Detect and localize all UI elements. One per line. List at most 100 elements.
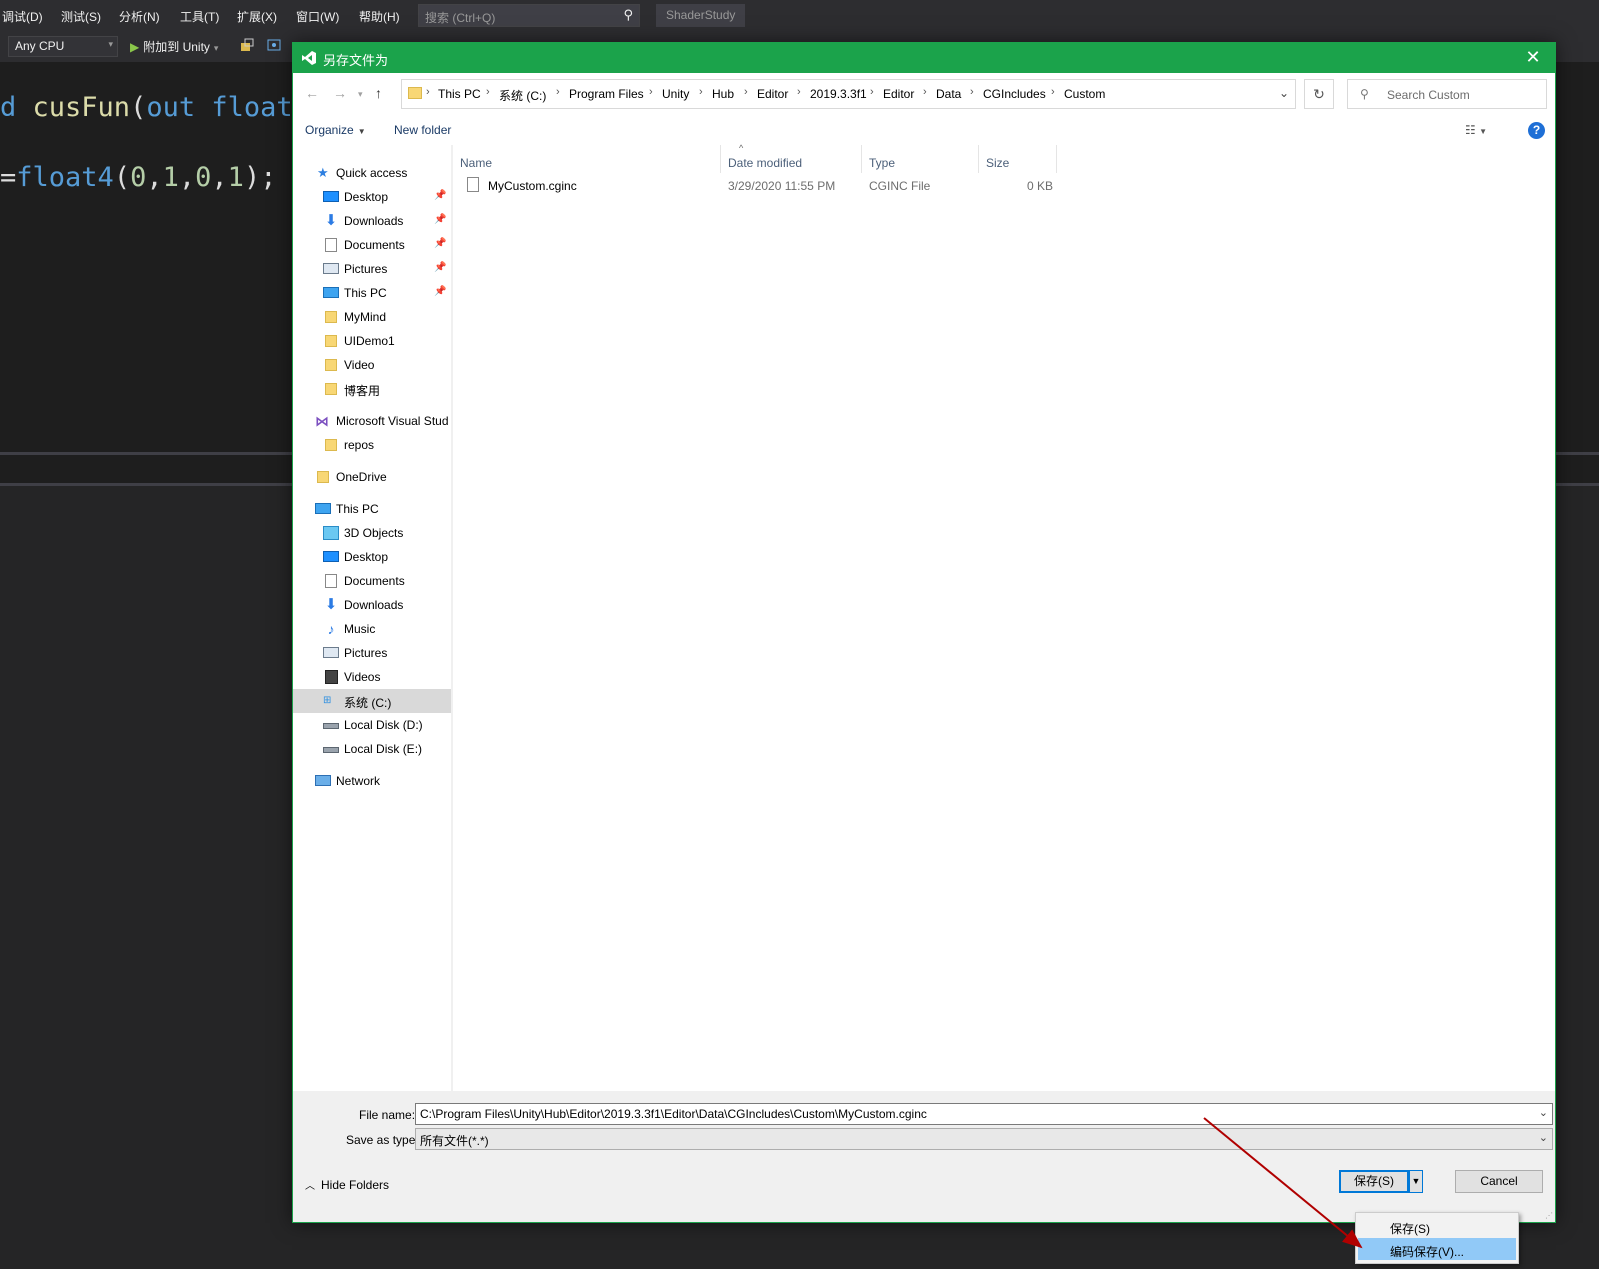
nav-item-music[interactable]: ♪ Music [293, 617, 451, 641]
up-arrow-icon[interactable]: ↑ [375, 85, 382, 101]
nav-item-onedrive[interactable]: OneDrive [293, 465, 451, 489]
menu-item-save-with-encoding[interactable]: 编码保存(V)... [1358, 1238, 1516, 1260]
attach-unity-button[interactable]: ▶ 附加到 Unity ▾ [130, 38, 218, 55]
nav-item-repos[interactable]: repos [293, 433, 451, 457]
nav-item-videos[interactable]: Videos [293, 665, 451, 689]
navigation-pane[interactable]: ★ Quick access Desktop 📌 ⬇ Downloads 📌 Docum… [293, 145, 451, 1091]
platform-dropdown[interactable]: Any CPU ▾ [8, 36, 118, 57]
hide-folders-button[interactable]: ︿ Hide Folders [305, 1177, 389, 1192]
breadcrumb-item[interactable]: 系统 (C:) [499, 87, 546, 104]
resize-grip-icon[interactable]: ⋰ [1545, 1211, 1553, 1220]
breadcrumb-item[interactable]: Program Files [569, 87, 644, 101]
chevron-right-icon[interactable]: › [699, 86, 703, 98]
chevron-right-icon[interactable]: › [870, 86, 874, 98]
music-icon: ♪ [327, 621, 335, 637]
pin-icon[interactable]: 📌 [434, 238, 446, 249]
menu-help[interactable]: 帮助(H) [359, 8, 400, 25]
pin-icon[interactable]: 📌 [434, 286, 446, 297]
documents-icon [325, 574, 337, 588]
menu-window[interactable]: 窗口(W) [296, 8, 339, 25]
pin-icon[interactable]: 📌 [434, 262, 446, 273]
column-header-name[interactable]: Name ^ [453, 143, 743, 173]
search-input[interactable]: ⚲ Search Custom [1347, 79, 1547, 109]
download-icon: ⬇ [324, 596, 338, 613]
nav-label: Documents [344, 238, 405, 252]
breadcrumb-item[interactable]: Editor [757, 87, 788, 101]
menu-debug[interactable]: 调试(D) [2, 8, 43, 25]
chevron-right-icon[interactable]: › [649, 86, 653, 98]
recent-locations-icon[interactable]: ▾ [358, 89, 363, 100]
menu-test[interactable]: 测试(S) [61, 8, 101, 25]
address-bar[interactable]: › This PC › 系统 (C:) › Program Files › Un… [401, 79, 1296, 109]
breadcrumb-item[interactable]: Data [936, 87, 961, 101]
close-button[interactable]: ✕ [1511, 43, 1555, 73]
chevron-right-icon[interactable]: › [556, 86, 560, 98]
nav-item-pc-desktop[interactable]: Desktop [293, 545, 451, 569]
nav-item-visual-studio[interactable]: ⋈ Microsoft Visual Stud [293, 409, 451, 433]
nav-item-network[interactable]: Network [293, 769, 451, 793]
nav-item-desktop[interactable]: Desktop 📌 [293, 185, 451, 209]
toolbar-tool-icon[interactable] [240, 38, 254, 52]
menu-item-save[interactable]: 保存(S) [1358, 1215, 1516, 1237]
nav-item-pc-downloads[interactable]: ⬇ Downloads [293, 593, 451, 617]
toolbar-window-icon[interactable] [267, 38, 281, 52]
save-button[interactable]: 保存(S) [1339, 1170, 1409, 1193]
breadcrumb-item[interactable]: Editor [883, 87, 914, 101]
nav-item-pictures[interactable]: Pictures 📌 [293, 257, 451, 281]
breadcrumb-item[interactable]: Unity [662, 87, 689, 101]
chevron-down-icon[interactable]: ⌄ [1279, 86, 1289, 100]
help-button[interactable]: ? [1528, 122, 1545, 139]
change-view-button[interactable]: ☷ ▼ [1465, 123, 1487, 137]
refresh-button[interactable]: ↻ [1304, 79, 1334, 109]
new-folder-button[interactable]: New folder [394, 123, 451, 137]
nav-item-blog[interactable]: 博客用 [293, 377, 451, 401]
nav-label: Videos [344, 670, 381, 684]
column-label: Date modified [728, 156, 803, 170]
breadcrumb-item[interactable]: Hub [712, 87, 734, 101]
forward-arrow-icon[interactable]: → [333, 85, 347, 101]
nav-item-uidemo1[interactable]: UIDemo1 [293, 329, 451, 353]
file-name-input[interactable]: C:\Program Files\Unity\Hub\Editor\2019.3… [415, 1103, 1553, 1125]
back-arrow-icon[interactable]: ← [305, 85, 319, 101]
chevron-down-icon[interactable]: ⌄ [1539, 1106, 1548, 1119]
save-type-select[interactable]: 所有文件(*.*) ⌄ [415, 1128, 1553, 1150]
nav-item-pc-documents[interactable]: Documents [293, 569, 451, 593]
pin-icon[interactable]: 📌 [434, 190, 446, 201]
nav-item-quick-access[interactable]: ★ Quick access [293, 161, 451, 185]
file-row[interactable]: MyCustom.cginc 3/29/2020 11:55 PM CGINC … [453, 175, 1555, 197]
cancel-button[interactable]: Cancel [1455, 1170, 1543, 1193]
organize-button[interactable]: Organize ▼ [305, 123, 366, 137]
vs-search-input[interactable]: 搜索 (Ctrl+Q) ⚲ [418, 4, 640, 27]
menu-extensions[interactable]: 扩展(X) [237, 8, 277, 25]
column-header-type[interactable]: Type [862, 145, 979, 173]
menu-analyze[interactable]: 分析(N) [119, 8, 160, 25]
pin-icon[interactable]: 📌 [434, 214, 446, 225]
breadcrumb-item[interactable]: This PC [438, 87, 481, 101]
breadcrumb-item[interactable]: Custom [1064, 87, 1105, 101]
nav-item-this-pc-quick[interactable]: This PC 📌 [293, 281, 451, 305]
nav-item-3d-objects[interactable]: 3D Objects [293, 521, 451, 545]
breadcrumb-item[interactable]: CGIncludes [983, 87, 1046, 101]
nav-item-local-disk-d[interactable]: Local Disk (D:) [293, 713, 451, 737]
chevron-right-icon[interactable]: › [797, 86, 801, 98]
nav-item-downloads[interactable]: ⬇ Downloads 📌 [293, 209, 451, 233]
nav-item-pc-pictures[interactable]: Pictures [293, 641, 451, 665]
dialog-titlebar[interactable]: 另存文件为 ✕ [293, 43, 1555, 73]
breadcrumb-item[interactable]: 2019.3.3f1 [810, 87, 867, 101]
chevron-right-icon[interactable]: › [486, 86, 490, 98]
save-options-dropdown[interactable]: ▼ [1409, 1170, 1423, 1193]
menu-tools[interactable]: 工具(T) [180, 8, 219, 25]
chevron-right-icon[interactable]: › [923, 86, 927, 98]
nav-item-mymind[interactable]: MyMind [293, 305, 451, 329]
chevron-right-icon[interactable]: › [1051, 86, 1055, 98]
column-header-date[interactable]: Date modified [721, 145, 862, 173]
column-header-size[interactable]: Size [979, 145, 1057, 173]
nav-item-documents[interactable]: Documents 📌 [293, 233, 451, 257]
chevron-right-icon[interactable]: › [970, 86, 974, 98]
file-list[interactable]: Name ^ Date modified Type Size MyCustom.c… [453, 143, 1555, 1091]
chevron-right-icon[interactable]: › [744, 86, 748, 98]
nav-item-system-c[interactable]: ⊞ 系统 (C:) [293, 689, 451, 713]
nav-item-video[interactable]: Video [293, 353, 451, 377]
nav-item-local-disk-e[interactable]: Local Disk (E:) [293, 737, 451, 761]
nav-item-this-pc[interactable]: This PC [293, 497, 451, 521]
